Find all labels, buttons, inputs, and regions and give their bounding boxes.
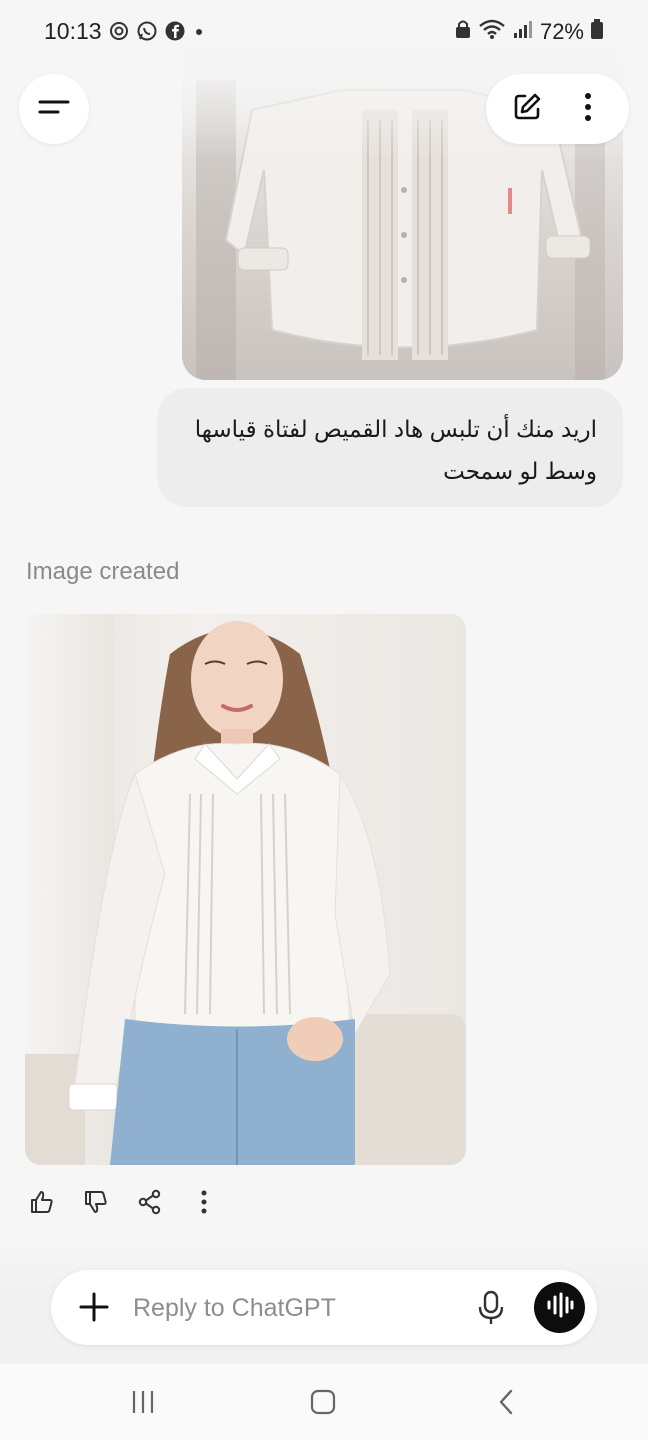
share-icon xyxy=(137,1189,163,1220)
notification-icons xyxy=(108,20,206,47)
more-actions-button[interactable] xyxy=(188,1188,220,1220)
image-created-label: Image created xyxy=(26,558,180,585)
back-icon xyxy=(496,1388,516,1421)
voice-mode-icon xyxy=(545,1292,575,1323)
vpn-lock-icon xyxy=(454,18,472,45)
more-options-button[interactable] xyxy=(563,84,613,134)
signal-icon xyxy=(512,18,534,45)
plus-icon xyxy=(75,1292,113,1330)
home-button[interactable] xyxy=(303,1386,343,1422)
status-bar: 10:13 72% xyxy=(0,0,648,64)
more-vertical-icon xyxy=(583,92,593,127)
top-actions xyxy=(486,74,629,144)
system-icons: 72% xyxy=(454,18,604,45)
attach-button[interactable] xyxy=(75,1288,113,1326)
battery-icon xyxy=(590,18,604,45)
wifi-icon xyxy=(478,18,506,45)
composer xyxy=(51,1270,597,1345)
recents-icon xyxy=(130,1389,156,1420)
dictation-button[interactable] xyxy=(473,1288,509,1328)
new-chat-button[interactable] xyxy=(502,84,552,134)
voice-mode-button[interactable] xyxy=(534,1282,585,1333)
whatsapp-icon xyxy=(136,20,158,47)
user-message: اريد منك أن تلبس هاد القميص لفتاة قياسها… xyxy=(157,388,623,507)
like-button[interactable] xyxy=(26,1188,58,1220)
back-button[interactable] xyxy=(486,1386,526,1422)
menu-icon xyxy=(38,96,70,123)
compose-icon xyxy=(511,91,543,128)
reply-input[interactable] xyxy=(133,1288,453,1328)
dot-icon xyxy=(192,20,206,47)
response-actions xyxy=(26,1188,220,1220)
home-icon xyxy=(309,1388,337,1421)
generated-image[interactable] xyxy=(25,614,466,1165)
chat-screen: 10:13 72% اريد منك أن تلبس هاد القميص لف… xyxy=(0,0,648,1440)
mic-icon xyxy=(473,1290,509,1332)
status-time: 10:13 xyxy=(44,18,102,44)
thumbs-up-icon xyxy=(29,1189,55,1220)
navigation-bar xyxy=(0,1364,648,1440)
facebook-icon xyxy=(164,20,186,47)
recents-button[interactable] xyxy=(123,1386,163,1422)
dislike-button[interactable] xyxy=(80,1188,112,1220)
model-illustration xyxy=(25,621,466,1165)
thumbs-down-icon xyxy=(83,1189,109,1220)
share-button[interactable] xyxy=(134,1188,166,1220)
more-vertical-icon xyxy=(200,1189,208,1220)
battery-percent: 72% xyxy=(539,18,584,44)
openai-icon xyxy=(108,20,130,47)
sidebar-menu-button[interactable] xyxy=(19,74,89,144)
